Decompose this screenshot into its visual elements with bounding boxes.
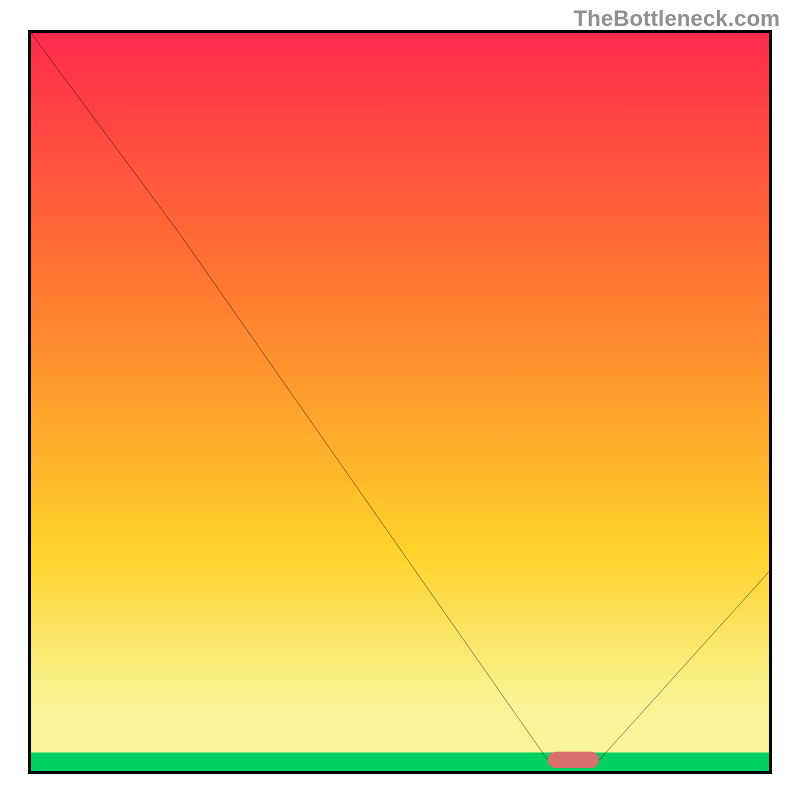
chart-svg (31, 33, 769, 771)
watermark-text: TheBottleneck.com (574, 6, 780, 32)
gradient-background (31, 33, 769, 771)
optimal-marker (548, 752, 600, 768)
chart-frame (28, 30, 772, 774)
